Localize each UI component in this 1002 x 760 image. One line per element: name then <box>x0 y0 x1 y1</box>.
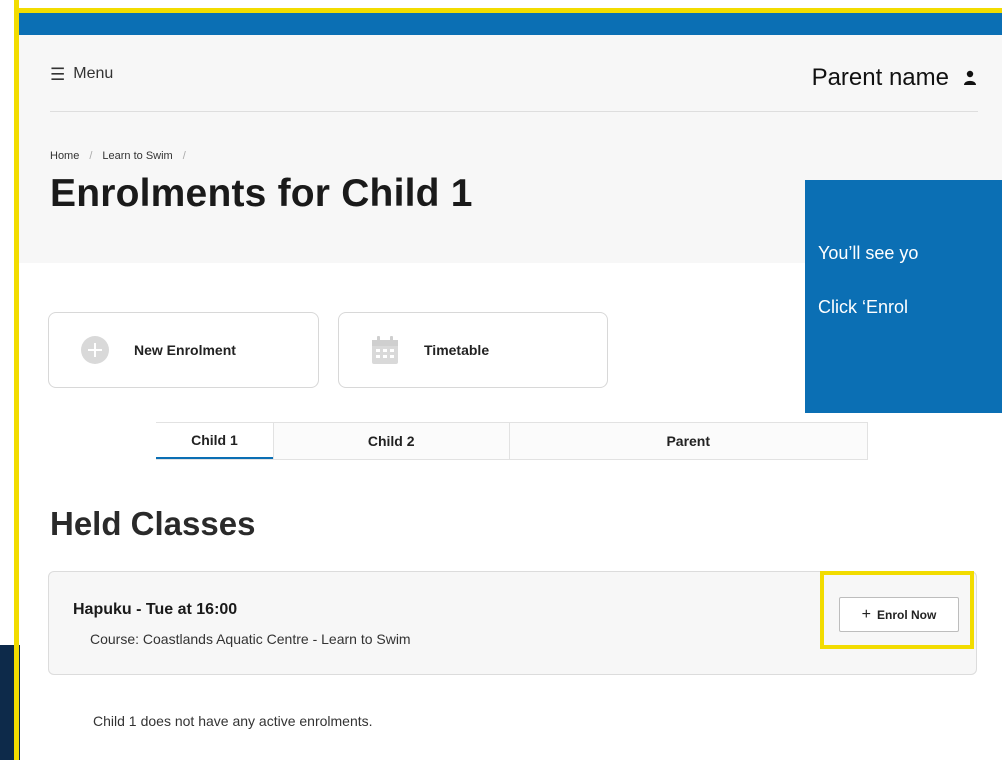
header-divider <box>50 111 978 112</box>
breadcrumb: Home / Learn to Swim / <box>50 150 186 162</box>
menu-label: Menu <box>73 65 114 82</box>
calendar-icon <box>370 335 400 365</box>
callout-line-1: You’ll see yo <box>818 243 919 263</box>
top-brand-bar <box>19 13 1002 35</box>
menu-button[interactable]: ☰ Menu <box>50 63 113 85</box>
enrol-now-button[interactable]: + Enrol Now <box>839 597 959 632</box>
user-account-button[interactable]: Parent name <box>812 60 977 96</box>
tab-child-2[interactable]: Child 2 <box>272 423 509 459</box>
held-classes-heading: Held Classes <box>50 505 256 542</box>
notice-text: does not have any active enrolments. <box>140 713 373 729</box>
plus-circle-icon <box>80 335 110 365</box>
notice-child-name: Child 1 <box>93 713 137 729</box>
enrol-now-label: Enrol Now <box>877 607 937 622</box>
person-tabs: Child 1 Child 2 Parent <box>156 422 868 460</box>
breadcrumb-separator: / <box>182 150 186 162</box>
page-title: Enrolments for Child 1 <box>50 172 473 215</box>
tab-child-1[interactable]: Child 1 <box>156 423 273 459</box>
class-course: Course: Coastlands Aquatic Centre - Lear… <box>90 631 411 647</box>
breadcrumb-home[interactable]: Home <box>50 150 79 162</box>
hamburger-icon: ☰ <box>50 64 66 84</box>
callout-line-2: Click ‘Enrol <box>818 297 909 317</box>
breadcrumb-separator: / <box>89 150 93 162</box>
person-icon <box>964 70 976 85</box>
new-enrolment-label: New Enrolment <box>134 342 236 358</box>
no-enrolments-notice: Child 1 does not have any active enrolme… <box>93 713 373 729</box>
new-enrolment-card[interactable]: New Enrolment <box>48 312 319 388</box>
tab-parent[interactable]: Parent <box>508 423 867 459</box>
tutorial-callout: You’ll see yo Click ‘Enrol <box>805 180 1002 413</box>
plus-icon: + <box>861 605 871 623</box>
breadcrumb-learn-to-swim[interactable]: Learn to Swim <box>102 150 172 162</box>
class-name: Hapuku - Tue at 16:00 <box>73 601 238 618</box>
timetable-card[interactable]: Timetable <box>338 312 608 388</box>
timetable-label: Timetable <box>424 342 490 358</box>
user-name: Parent name <box>811 64 949 91</box>
